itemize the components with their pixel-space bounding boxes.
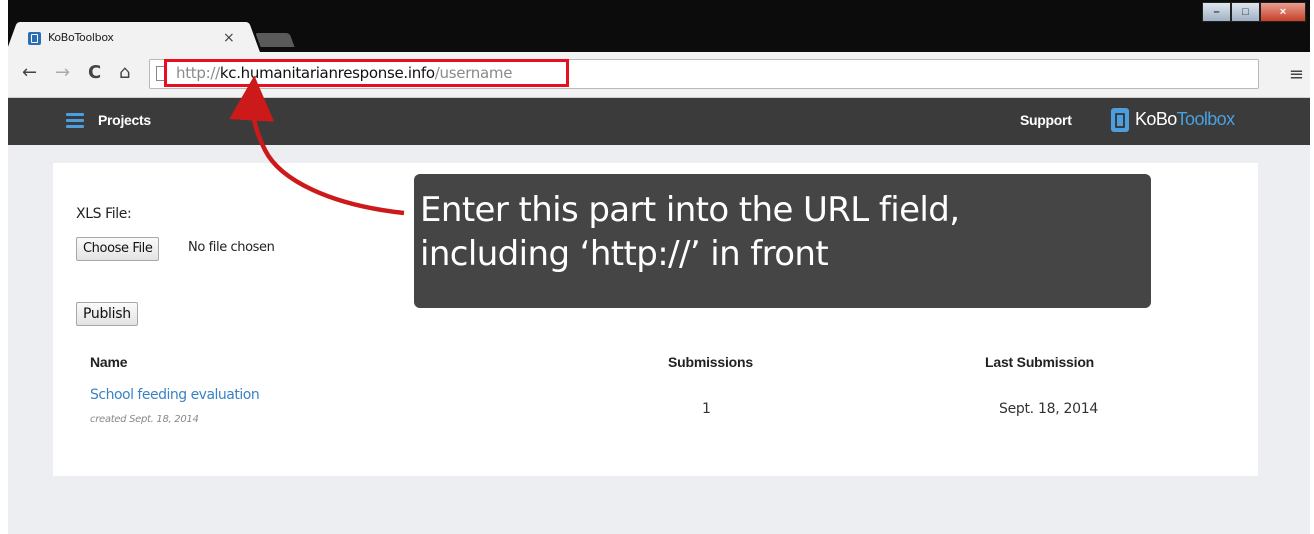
xls-file-label: XLS File: [76,206,132,222]
home-icon[interactable]: ⌂ [119,63,130,83]
publish-button[interactable]: Publish [76,302,138,326]
browser-menu-icon[interactable]: ≡ [1289,64,1304,85]
column-header-name: Name [90,354,128,370]
tab-title: KoBoToolbox [48,31,114,44]
callout-line-2: including ‘http://’ in front [420,234,829,274]
column-header-submissions: Submissions [668,354,753,370]
new-tab-button[interactable] [255,33,295,47]
back-arrow-icon[interactable]: ← [22,63,37,83]
close-window-button[interactable]: × [1260,2,1306,22]
column-header-last-submission: Last Submission [985,354,1095,370]
window-controls: – □ × [1202,2,1306,22]
tab-close-icon[interactable]: × [223,30,235,46]
url-text[interactable]: http://kc.humanitarianresponse.info/user… [176,64,512,82]
page-icon [156,66,167,81]
hamburger-menu-icon[interactable] [66,113,84,129]
url-scheme: http:// [176,64,220,82]
url-bar[interactable]: http://kc.humanitarianresponse.info/user… [149,59,1259,89]
nav-support-link[interactable]: Support [1020,112,1072,128]
brand-part-1: KoBo [1135,109,1177,129]
minimize-button[interactable]: – [1202,2,1231,22]
tab-strip: KoBoToolbox × – □ × [8,0,1310,55]
maximize-button[interactable]: □ [1231,2,1260,22]
form-name-link[interactable]: School feeding evaluation [90,387,260,403]
browser-tab[interactable]: KoBoToolbox × [18,22,248,55]
submission-count: 1 [702,401,711,417]
browser-toolbar: ← → C ⌂ http://kc.humanitarianresponse.i… [8,52,1310,98]
url-host: kc.humanitarianresponse.info [219,64,435,82]
forward-arrow-icon[interactable]: → [55,63,70,83]
kobo-app-bar: Projects Support KoBoToolbox [8,98,1310,145]
kobo-favicon-icon [28,32,41,45]
annotation-callout: Enter this part into the URL field, incl… [414,174,1151,308]
kobo-logo-icon [1111,108,1129,132]
choose-file-button[interactable]: Choose File [76,237,160,261]
last-submission-date: Sept. 18, 2014 [999,401,1098,417]
callout-line-1: Enter this part into the URL field, [420,190,960,230]
reload-icon[interactable]: C [88,63,101,83]
no-file-chosen-text: No file chosen [188,240,275,255]
form-created-date: created Sept. 18, 2014 [90,414,199,425]
kobo-brand[interactable]: KoBoToolbox [1135,109,1235,130]
url-path: /username [434,64,513,82]
brand-part-2: Toolbox [1176,109,1235,129]
nav-projects-link[interactable]: Projects [98,112,151,128]
